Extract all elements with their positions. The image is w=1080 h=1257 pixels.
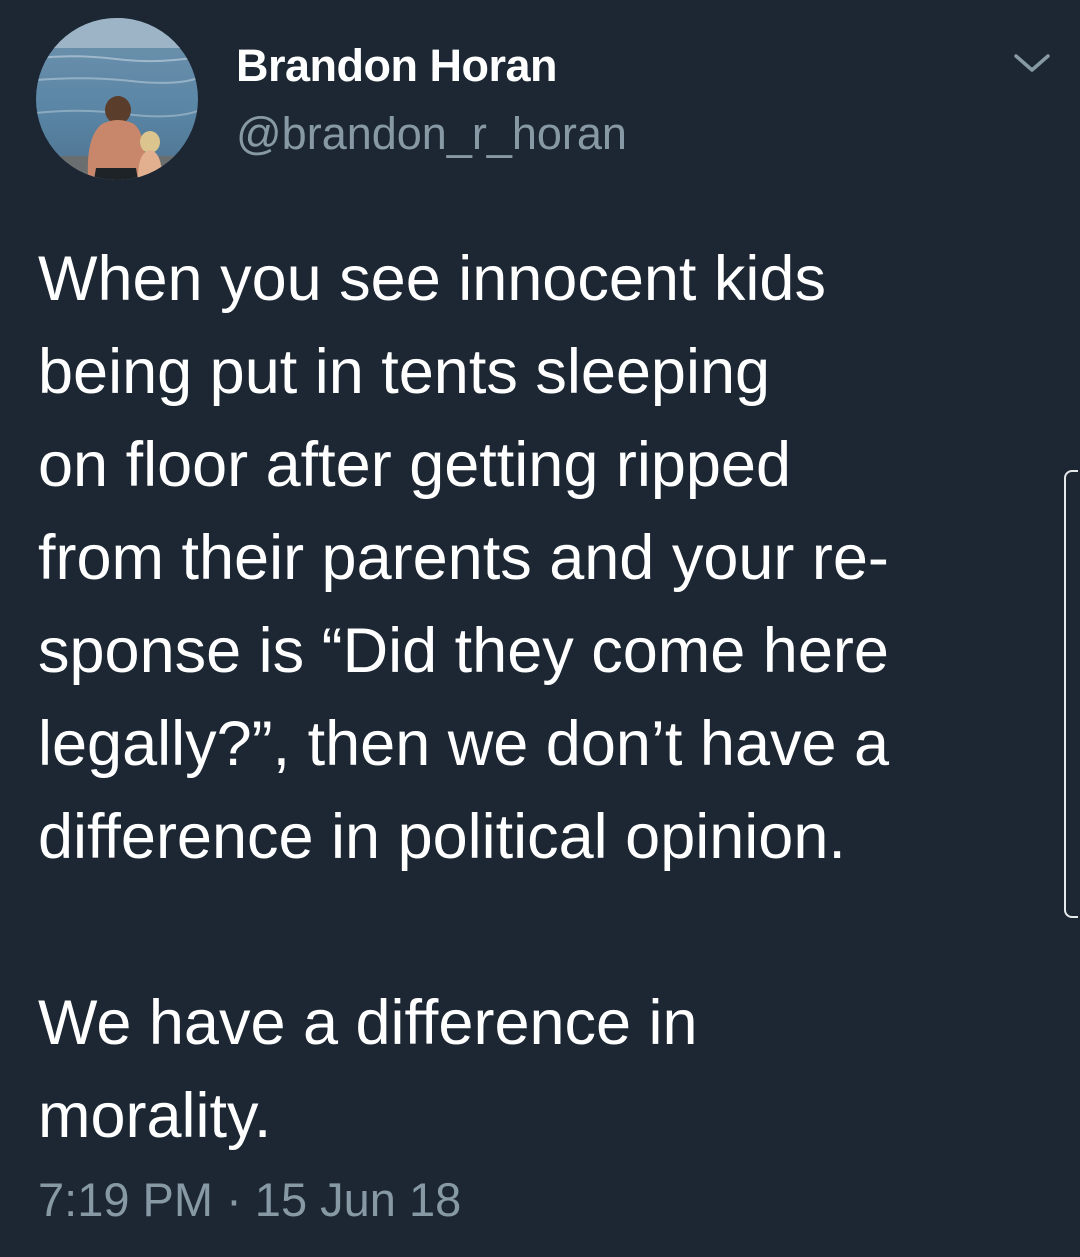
scrollbar[interactable] (1064, 470, 1078, 918)
chevron-down-icon[interactable] (1010, 48, 1054, 78)
tweet-text: When you see innocent kids being put in … (38, 233, 1038, 1163)
tweet-paragraph: When you see innocent kids being put in … (38, 244, 890, 872)
author-handle[interactable]: @brandon_r_horan (236, 106, 627, 162)
tweet-timestamp[interactable]: 7:19 PM · 15 Jun 18 (38, 1170, 461, 1230)
tweet-paragraph: We have a difference in morality. (38, 988, 698, 1151)
avatar-photo-beach (36, 18, 198, 180)
author-avatar[interactable] (36, 18, 198, 180)
tweet-card: Brandon Horan @brandon_r_horan When you … (0, 0, 1080, 1257)
author-name[interactable]: Brandon Horan (236, 38, 558, 94)
